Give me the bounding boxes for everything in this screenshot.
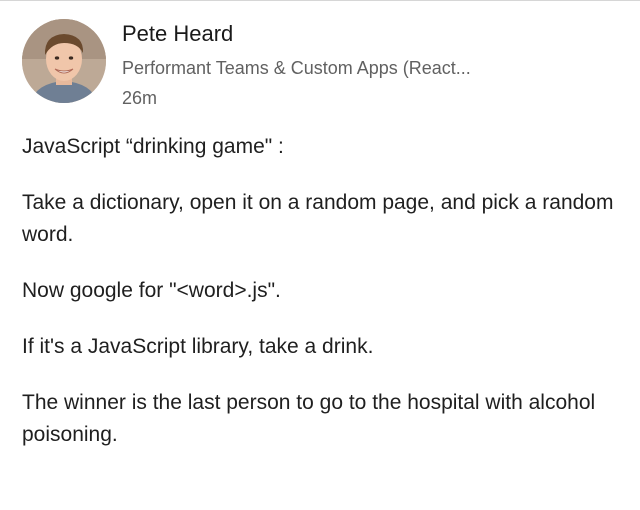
author-avatar[interactable] xyxy=(22,19,106,103)
author-headline: Performant Teams & Custom Apps (React... xyxy=(122,58,471,78)
post-paragraph: The winner is the last person to go to t… xyxy=(22,391,596,446)
post-header: Pete Heard Performant Teams & Custom App… xyxy=(22,17,622,117)
post-timestamp[interactable]: 26m xyxy=(122,85,622,111)
post-paragraph: JavaScript “drinking game" : xyxy=(22,135,284,158)
author-name[interactable]: Pete Heard xyxy=(122,19,622,49)
profile-photo-icon xyxy=(22,19,106,103)
post-paragraph: If it's a JavaScript library, take a dri… xyxy=(22,335,374,358)
post-paragraph: Take a dictionary, open it on a random p… xyxy=(22,191,614,246)
post-paragraph: Now google for "<word>.js". xyxy=(22,279,281,302)
post-body: JavaScript “drinking game" : Take a dict… xyxy=(22,131,622,475)
post-meta: Pete Heard Performant Teams & Custom App… xyxy=(122,17,622,111)
social-post: Pete Heard Performant Teams & Custom App… xyxy=(0,0,640,510)
